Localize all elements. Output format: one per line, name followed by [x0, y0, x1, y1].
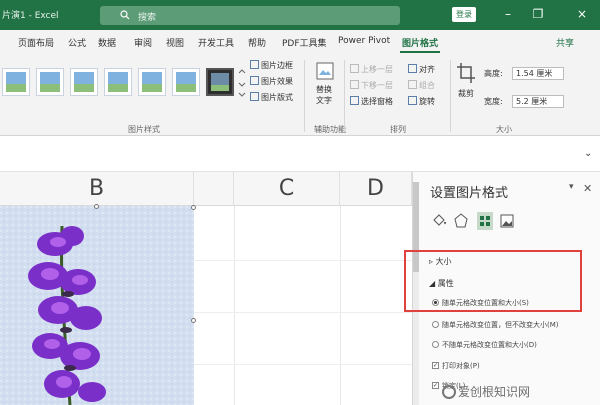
align-button[interactable]: 对齐: [408, 64, 435, 75]
rotate-icon: [408, 96, 417, 105]
picture-icon[interactable]: [499, 212, 515, 230]
title-bar: 片演1 - Excel 搜索 登录 – ❐ ×: [0, 0, 600, 30]
resize-handle[interactable]: [191, 205, 196, 210]
option-label: 随单元格改变位置，但不改变大小(M): [442, 321, 559, 329]
picture-border-button[interactable]: 图片边框: [250, 60, 293, 71]
option-radio[interactable]: [432, 321, 439, 328]
alt-text-button[interactable]: 替换 文字: [316, 84, 332, 106]
option-label: 打印对象(P): [442, 362, 480, 370]
alt-text-icon: [316, 62, 334, 80]
chevron-down-icon[interactable]: ▾: [569, 182, 574, 192]
share-button[interactable]: 共享: [556, 36, 574, 49]
option-label: 随单元格改变位置和大小(S): [442, 299, 529, 307]
width-label: 宽度:: [484, 97, 503, 106]
height-label: 高度:: [484, 69, 503, 78]
ribbon-tabs: 页面布局 公式 数据 审阅 视图 开发工具 帮助 PDF工具集 Power Pi…: [0, 30, 600, 54]
formula-bar-area: ⌄: [0, 136, 600, 172]
watermark-text: 爱创根知识网: [458, 385, 531, 399]
picture-style-thumb[interactable]: [36, 68, 64, 96]
tab-pdf-tools[interactable]: PDF工具集: [282, 36, 327, 49]
picture-style-thumb[interactable]: [206, 68, 234, 96]
close-icon[interactable]: ✕: [583, 182, 592, 195]
tab-formulas[interactable]: 公式: [68, 36, 86, 49]
group-label-picture-styles: 图片样式: [128, 125, 160, 134]
search-placeholder: 搜索: [138, 13, 157, 23]
bring-forward-icon: [350, 64, 359, 73]
height-input[interactable]: 1.54 厘米: [512, 67, 564, 80]
ribbon-separator: [304, 60, 305, 132]
effects-pentagon-icon[interactable]: [453, 212, 469, 230]
grid-line: [340, 206, 341, 405]
picture-style-thumb[interactable]: [104, 68, 132, 96]
search-icon: [120, 10, 130, 20]
picture-layout-button[interactable]: 图片版式: [250, 92, 293, 103]
layout-icon: [250, 92, 259, 101]
size-properties-icon[interactable]: [477, 212, 493, 230]
ribbon-separator: [450, 60, 451, 132]
login-button[interactable]: 登录: [452, 7, 476, 22]
restore-icon[interactable]: ❐: [530, 6, 546, 22]
option-radio[interactable]: [432, 299, 439, 306]
option-checkbox[interactable]: ✓: [432, 382, 439, 389]
send-backward-button[interactable]: 下移一层: [350, 80, 393, 91]
ribbon: 图片样式 图片边框 图片效果 图片版式 替换 文字 辅助功能 上移一层 下移一层 …: [0, 54, 600, 136]
pane-title: 设置图片格式: [430, 186, 509, 201]
resize-handle[interactable]: [191, 318, 196, 323]
worksheet-grid[interactable]: B C D: [0, 172, 412, 405]
group-label-size: 大小: [496, 125, 512, 134]
crop-icon: [457, 63, 475, 83]
ribbon-separator: [344, 60, 345, 132]
group-label-arrange: 排列: [390, 125, 406, 134]
send-backward-icon: [350, 80, 359, 89]
close-icon[interactable]: ×: [574, 6, 590, 22]
selection-pane-icon: [350, 96, 359, 105]
crop-button[interactable]: 裁剪: [458, 88, 474, 99]
tab-review[interactable]: 审阅: [134, 36, 152, 49]
search-box[interactable]: 搜索: [100, 6, 400, 25]
option-radio[interactable]: [432, 341, 439, 348]
option-checkbox[interactable]: ✓: [432, 362, 439, 369]
effects-icon: [250, 76, 259, 85]
active-tab-indicator: [400, 51, 440, 53]
tab-data[interactable]: 数据: [98, 36, 116, 49]
flower-image: [0, 206, 194, 405]
tab-help[interactable]: 帮助: [248, 36, 266, 49]
tab-picture-format[interactable]: 图片格式: [402, 36, 438, 49]
group-icon: [408, 80, 417, 89]
width-input[interactable]: 5.2 厘米: [512, 95, 564, 108]
border-icon: [250, 60, 259, 69]
fill-line-icon[interactable]: [431, 212, 447, 230]
column-header-d[interactable]: D: [340, 172, 412, 206]
picture-style-thumb[interactable]: [2, 68, 30, 96]
picture-style-thumb[interactable]: [70, 68, 98, 96]
group-button[interactable]: 组合: [408, 80, 435, 91]
rotate-button[interactable]: 旋转: [408, 96, 435, 107]
gallery-scroll-icon[interactable]: [238, 68, 246, 98]
resize-handle[interactable]: [94, 204, 99, 209]
align-icon: [408, 64, 417, 73]
bring-forward-button[interactable]: 上移一层: [350, 64, 393, 75]
tab-page-layout[interactable]: 页面布局: [18, 36, 54, 49]
tab-power-pivot[interactable]: Power Pivot: [338, 36, 390, 46]
picture-effects-button[interactable]: 图片效果: [250, 76, 293, 87]
column-header-b[interactable]: B: [0, 172, 194, 206]
minimize-icon[interactable]: –: [500, 6, 516, 22]
column-header-blank[interactable]: [194, 172, 234, 206]
chevron-down-icon[interactable]: ⌄: [584, 148, 592, 159]
window-title: 片演1 - Excel: [2, 11, 59, 21]
picture-style-thumb[interactable]: [172, 68, 200, 96]
column-header-c[interactable]: C: [234, 172, 340, 206]
tab-developer[interactable]: 开发工具: [198, 36, 234, 49]
group-label-accessibility: 辅助功能: [314, 125, 346, 134]
selected-picture[interactable]: [0, 206, 194, 405]
selection-pane-button[interactable]: 选择窗格: [350, 96, 393, 107]
option-label: 不随单元格改变位置和大小(D): [442, 341, 537, 349]
tab-view[interactable]: 视图: [166, 36, 184, 49]
picture-style-thumb[interactable]: [138, 68, 166, 96]
grid-line: [234, 206, 235, 405]
watermark-logo: [442, 385, 456, 399]
